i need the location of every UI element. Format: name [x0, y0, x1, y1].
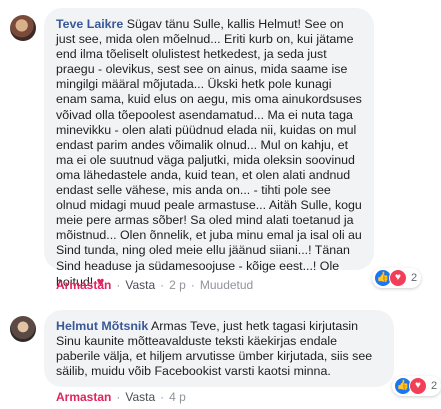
avatar[interactable]: [10, 15, 36, 41]
comment-text: Sügav tänu Sulle, kallis Helmut! See on …: [56, 17, 362, 289]
reply-button[interactable]: Vasta: [125, 278, 155, 292]
love-reaction-button[interactable]: Armastan: [56, 390, 111, 404]
comment-timestamp[interactable]: 4 p: [169, 390, 186, 404]
comment-author[interactable]: Teve Laikre: [56, 17, 123, 31]
comment-actions: Armastan · Vasta · 4 p: [56, 390, 186, 404]
separator: ·: [160, 390, 165, 404]
comment-bubble: Helmut Mõtsnik Armas Teve, just hetk tag…: [44, 310, 394, 387]
love-icon: ♥: [389, 269, 407, 287]
separator: ·: [116, 278, 121, 292]
comment-actions: Armastan · Vasta · 2 p · Muudetud: [56, 278, 253, 292]
separator: ·: [160, 278, 165, 292]
reactions-summary[interactable]: 👍 ♥ 2: [372, 268, 422, 288]
comment-bubble: Teve Laikre Sügav tänu Sulle, kallis Hel…: [44, 8, 374, 289]
separator: ·: [190, 278, 195, 292]
avatar[interactable]: [10, 316, 36, 342]
separator: ·: [116, 390, 121, 404]
love-reaction-button[interactable]: Armastan: [56, 278, 111, 292]
reply-button[interactable]: Vasta: [125, 390, 155, 404]
edited-label[interactable]: Muudetud: [200, 278, 253, 292]
reaction-count: 2: [431, 380, 438, 392]
love-icon: ♥: [409, 377, 427, 395]
reactions-summary[interactable]: 👍 ♥ 2: [392, 376, 441, 396]
comment-author[interactable]: Helmut Mõtsnik: [56, 319, 148, 333]
reaction-count: 2: [411, 272, 418, 284]
comment-timestamp[interactable]: 2 p: [169, 278, 186, 292]
